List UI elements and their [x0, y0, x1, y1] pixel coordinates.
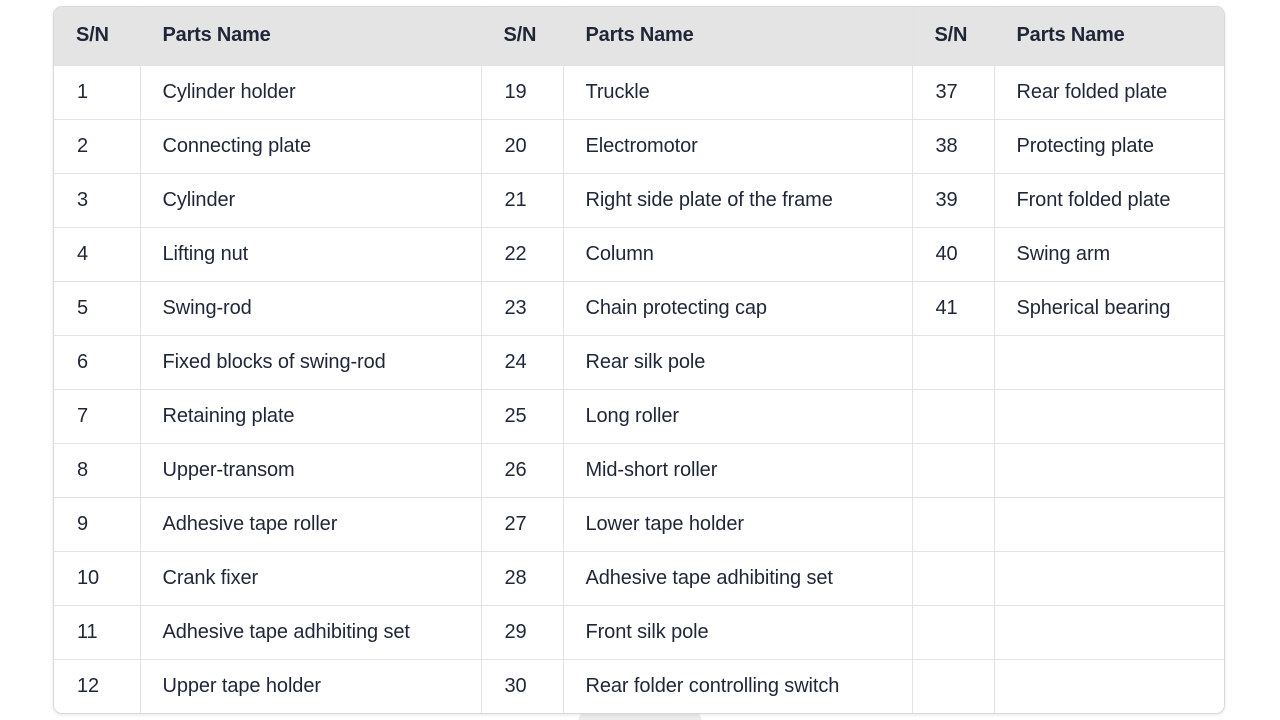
cell-name-2: Front silk pole: [563, 605, 913, 660]
cell-name-1: Cylinder holder: [140, 65, 482, 120]
cell-name-3-empty: [994, 659, 1224, 713]
cell-sn-3: 37: [912, 65, 995, 120]
cell-sn-3-empty: [912, 551, 995, 606]
cell-sn-2: 27: [481, 497, 564, 552]
cell-name-3: Protecting plate: [994, 119, 1224, 174]
cell-sn-2: 23: [481, 281, 564, 336]
cell-name-1: Adhesive tape adhibiting set: [140, 605, 482, 660]
table-row[interactable]: 7 Retaining plate 25 Long roller: [54, 389, 1224, 444]
column-header-name-1[interactable]: Parts Name: [140, 7, 482, 66]
table-row[interactable]: 1 Cylinder holder 19 Truckle 37 Rear folded p…: [54, 65, 1224, 120]
cell-name-3-empty: [994, 443, 1224, 498]
column-header-name-2[interactable]: Parts Name: [563, 7, 913, 66]
cell-name-1: Crank fixer: [140, 551, 482, 606]
column-header-name-3[interactable]: Parts Name: [994, 7, 1224, 66]
header-row: S/N Parts Name S/N Parts Name S/N Parts …: [54, 7, 1224, 66]
table-row[interactable]: 3 Cylinder 21 Right side plate of the frame…: [54, 173, 1224, 228]
cell-sn-1: 11: [54, 605, 141, 660]
cell-sn-2: 21: [481, 173, 564, 228]
cell-sn-1: 9: [54, 497, 141, 552]
cell-sn-1: 6: [54, 335, 141, 390]
cell-name-3-empty: [994, 389, 1224, 444]
table-row[interactable]: 6 Fixed blocks of swing-rod 24 Rear silk po…: [54, 335, 1224, 390]
cell-name-1: Adhesive tape roller: [140, 497, 482, 552]
cell-sn-2: 25: [481, 389, 564, 444]
cell-sn-1: 5: [54, 281, 141, 336]
cell-sn-1: 7: [54, 389, 141, 444]
table-row[interactable]: 10 Crank fixer 28 Adhesive tape adhibiting …: [54, 551, 1224, 606]
cell-sn-2: 22: [481, 227, 564, 282]
cell-sn-1: 2: [54, 119, 141, 174]
cell-sn-3: 40: [912, 227, 995, 282]
cell-sn-3-empty: [912, 659, 995, 713]
cell-sn-3: 41: [912, 281, 995, 336]
cell-name-3-empty: [994, 335, 1224, 390]
cell-name-2: Rear folder controlling switch: [563, 659, 913, 713]
table-row[interactable]: 11 Adhesive tape adhibiting set 29 Front si…: [54, 605, 1224, 660]
cell-name-2: Column: [563, 227, 913, 282]
cell-name-3: Front folded plate: [994, 173, 1224, 228]
cell-name-1: Swing-rod: [140, 281, 482, 336]
table-row[interactable]: 5 Swing-rod 23 Chain protecting cap 41 Spheri…: [54, 281, 1224, 336]
cell-sn-3-empty: [912, 443, 995, 498]
cell-sn-2: 24: [481, 335, 564, 390]
table-header: S/N Parts Name S/N Parts Name S/N Parts …: [54, 7, 1224, 66]
cell-sn-3-empty: [912, 389, 995, 444]
table-row[interactable]: 4 Lifting nut 22 Column 40 Swing arm: [54, 227, 1224, 282]
cell-name-3-empty: [994, 551, 1224, 606]
table-row[interactable]: 12 Upper tape holder 30 Rear folder control…: [54, 659, 1224, 713]
parts-table-card: S/N Parts Name S/N Parts Name S/N Parts …: [53, 6, 1225, 714]
cell-name-2: Chain protecting cap: [563, 281, 913, 336]
column-header-sn-1[interactable]: S/N: [54, 7, 141, 66]
column-header-sn-3[interactable]: S/N: [912, 7, 995, 66]
cell-name-3-empty: [994, 497, 1224, 552]
cell-sn-1: 1: [54, 65, 141, 120]
cell-sn-3-empty: [912, 497, 995, 552]
cell-sn-2: 29: [481, 605, 564, 660]
cell-sn-1: 4: [54, 227, 141, 282]
cell-name-2: Lower tape holder: [563, 497, 913, 552]
parts-table: S/N Parts Name S/N Parts Name S/N Parts …: [54, 7, 1224, 713]
cell-name-2: Mid-short roller: [563, 443, 913, 498]
cell-name-1: Connecting plate: [140, 119, 482, 174]
table-body: 1 Cylinder holder 19 Truckle 37 Rear folded p…: [54, 65, 1224, 713]
cell-sn-1: 10: [54, 551, 141, 606]
cell-name-1: Lifting nut: [140, 227, 482, 282]
cell-name-2: Adhesive tape adhibiting set: [563, 551, 913, 606]
cell-name-2: Electromotor: [563, 119, 913, 174]
cell-sn-2: 30: [481, 659, 564, 713]
table-row[interactable]: 9 Adhesive tape roller 27 Lower tape holder: [54, 497, 1224, 552]
page-root: S/N Parts Name S/N Parts Name S/N Parts …: [0, 0, 1280, 720]
cell-name-2: Rear silk pole: [563, 335, 913, 390]
cell-name-1: Fixed blocks of swing-rod: [140, 335, 482, 390]
cell-name-3: Rear folded plate: [994, 65, 1224, 120]
table-row[interactable]: 2 Connecting plate 20 Electromotor 38 Protect…: [54, 119, 1224, 174]
cell-sn-3-empty: [912, 605, 995, 660]
cell-name-2: Truckle: [563, 65, 913, 120]
cell-name-1: Upper tape holder: [140, 659, 482, 713]
cell-name-1: Upper-transom: [140, 443, 482, 498]
cell-sn-2: 28: [481, 551, 564, 606]
cell-name-3: Swing arm: [994, 227, 1224, 282]
cell-name-3-empty: [994, 605, 1224, 660]
cell-sn-3: 39: [912, 173, 995, 228]
cell-sn-3: 38: [912, 119, 995, 174]
column-header-sn-2[interactable]: S/N: [481, 7, 564, 66]
cell-name-2: Long roller: [563, 389, 913, 444]
table-row[interactable]: 8 Upper-transom 26 Mid-short roller: [54, 443, 1224, 498]
cell-sn-1: 8: [54, 443, 141, 498]
cell-sn-1: 12: [54, 659, 141, 713]
cell-name-1: Cylinder: [140, 173, 482, 228]
cell-name-1: Retaining plate: [140, 389, 482, 444]
cell-sn-3-empty: [912, 335, 995, 390]
cell-sn-2: 20: [481, 119, 564, 174]
cell-name-3: Spherical bearing: [994, 281, 1224, 336]
cell-sn-2: 26: [481, 443, 564, 498]
cell-name-2: Right side plate of the frame: [563, 173, 913, 228]
cell-sn-1: 3: [54, 173, 141, 228]
cell-sn-2: 19: [481, 65, 564, 120]
